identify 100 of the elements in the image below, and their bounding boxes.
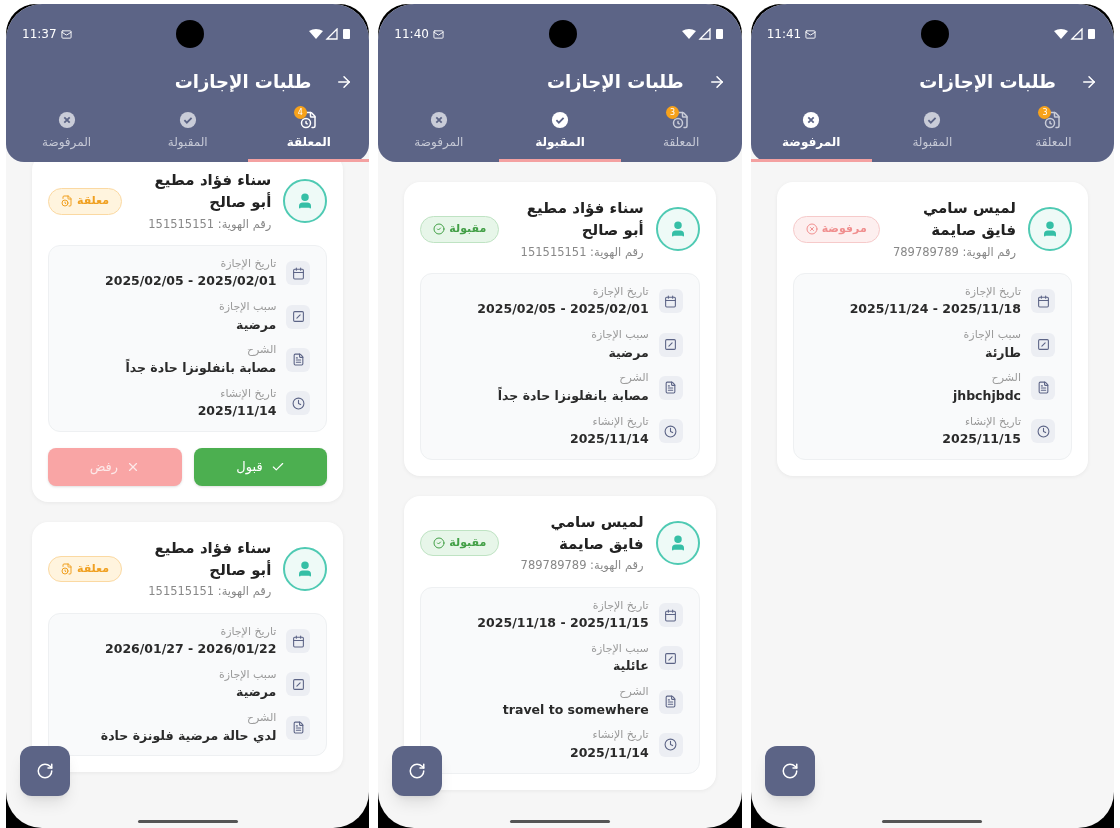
count-badge: 3 — [666, 106, 680, 119]
status-tab[interactable]: المقبولة — [127, 107, 249, 162]
employee-name: سناء فؤاد مطيع أبو صالح — [153, 537, 272, 581]
camera-cutout — [548, 20, 577, 48]
id-number: رقم الهوية: 151515151 — [147, 215, 272, 233]
detail-label: سبب الإجازة — [218, 666, 277, 683]
employee-name: سناء فؤاد مطيع أبو صالح — [525, 198, 644, 241]
status-tab[interactable]: المرفوضة — [750, 107, 872, 162]
status-tab[interactable]: المقبولة — [499, 107, 621, 162]
detail-value: 2025/02/05 - 2025/02/01 — [477, 300, 649, 319]
detail-label: سبب الإجازة — [963, 327, 1021, 343]
camera-cutout — [176, 20, 205, 48]
id-number: رقم الهوية: 151515151 — [147, 583, 272, 601]
clock-icon — [291, 396, 305, 410]
detail-value: لدي حالة مرضية فلونزة حادة — [100, 726, 277, 745]
calendar-icon — [1036, 294, 1050, 308]
detail-value: طارئة — [985, 343, 1021, 362]
check-circle-icon — [178, 111, 197, 129]
x-circle-icon — [805, 223, 818, 236]
document-icon — [664, 381, 678, 395]
status-time: 11:37 — [22, 26, 57, 43]
calendar-icon — [291, 634, 305, 648]
detail-label: الشرح — [990, 370, 1021, 387]
employee-name: سناء فؤاد مطيع أبو صالح — [153, 170, 272, 213]
detail-label: سبب الإجازة — [591, 640, 649, 657]
camera-cutout — [921, 20, 950, 48]
detail-value: 2026/01/27 - 2026/01/22 — [105, 640, 277, 658]
calendar-icon — [291, 266, 305, 280]
detail-label: تاريخ الإجازة — [591, 283, 649, 300]
id-number: رقم الهوية: 789789789 — [519, 557, 644, 575]
check-circle-icon — [551, 111, 569, 129]
detail-label: سبب الإجازة — [218, 299, 277, 315]
employee-name: لميس سامي فايق صايمة — [549, 511, 644, 555]
detail-value: مصابة بانفلونزا حادة جداً — [125, 358, 277, 377]
person-icon — [1041, 220, 1059, 239]
status-tab[interactable]: المقبولة — [871, 107, 993, 162]
status-icons — [1054, 28, 1098, 40]
refresh-icon — [408, 762, 427, 780]
status-time: 11:41 — [766, 26, 802, 43]
detail-label: تاريخ الإنشاء — [591, 413, 649, 430]
clock-icon — [664, 738, 678, 752]
status-icons — [681, 28, 726, 40]
detail-label: تاريخ الإجازة — [219, 255, 277, 272]
id-number: رقم الهوية: 151515151 — [519, 243, 644, 261]
detail-value: travel to somewhere — [502, 700, 649, 719]
status-tab[interactable]: المرفوضة — [6, 107, 128, 162]
detail-value: 2025/11/15 — [942, 430, 1021, 448]
employee-name: لميس سامي فايق صايمة — [921, 198, 1016, 241]
document-icon — [291, 721, 305, 735]
detail-label: الشرح — [245, 710, 277, 726]
detail-value: 2025/11/14 — [569, 430, 649, 448]
mail-icon — [60, 28, 72, 40]
detail-label: تاريخ الإجازة — [591, 597, 649, 614]
refresh-button[interactable] — [764, 746, 815, 796]
page-title: طلبات الإجازات — [919, 70, 1056, 94]
accept-button[interactable]: قبول — [193, 447, 328, 486]
refresh-icon — [780, 762, 799, 780]
status-tab[interactable]: المرفوضة — [378, 107, 500, 162]
detail-value: jhbchjbdc — [952, 386, 1021, 405]
detail-value: 2025/02/05 - 2025/02/01 — [105, 272, 277, 291]
detail-label: تاريخ الإنشاء — [591, 727, 649, 744]
check-circle-icon — [433, 537, 446, 550]
refresh-button[interactable] — [20, 746, 70, 796]
detail-label: تاريخ الإنشاء — [219, 385, 277, 402]
detail-label: الشرح — [618, 370, 649, 387]
status-badge: مرفوضة — [792, 216, 880, 243]
detail-value: مرضية — [608, 343, 649, 362]
x-circle-icon — [802, 111, 821, 129]
document-icon — [291, 353, 305, 367]
page-title: طلبات الإجازات — [174, 70, 312, 94]
detail-label: تاريخ الإجازة — [964, 283, 1021, 300]
detail-label: سبب الإجازة — [591, 327, 649, 343]
page-title: طلبات الإجازات — [547, 70, 684, 94]
status-badge: مقبولة — [420, 529, 500, 557]
x-circle-icon — [57, 111, 76, 129]
detail-value: 2025/11/14 — [569, 743, 649, 762]
status-time: 11:40 — [394, 26, 429, 43]
refresh-button[interactable] — [392, 746, 443, 796]
detail-value: مرضية — [236, 315, 277, 334]
detail-label: الشرح — [245, 342, 277, 359]
detail-label: الشرح — [618, 684, 649, 700]
detail-label: تاريخ الإجازة — [219, 623, 277, 640]
detail-value: مرضية — [236, 683, 277, 702]
calendar-icon — [664, 294, 678, 308]
status-badge: مقبولة — [420, 216, 500, 243]
status-badge: معلقة — [48, 188, 123, 215]
detail-value: 2025/11/24 - 2025/11/18 — [849, 300, 1021, 319]
clock-icon — [664, 424, 678, 438]
detail-value: مصابة بانفلونزا حادة جداً — [497, 386, 649, 405]
detail-label: تاريخ الإنشاء — [963, 413, 1021, 430]
count-badge: 3 — [1038, 106, 1052, 119]
detail-value: 2025/11/14 — [197, 402, 277, 420]
check-circle-icon — [923, 111, 942, 129]
id-number: رقم الهوية: 789789789 — [891, 243, 1016, 261]
mail-icon — [432, 28, 444, 40]
document-icon — [664, 695, 678, 709]
check-circle-icon — [433, 223, 446, 236]
calendar-icon — [664, 608, 678, 622]
count-badge: 4 — [293, 106, 307, 119]
refresh-icon — [36, 762, 54, 780]
